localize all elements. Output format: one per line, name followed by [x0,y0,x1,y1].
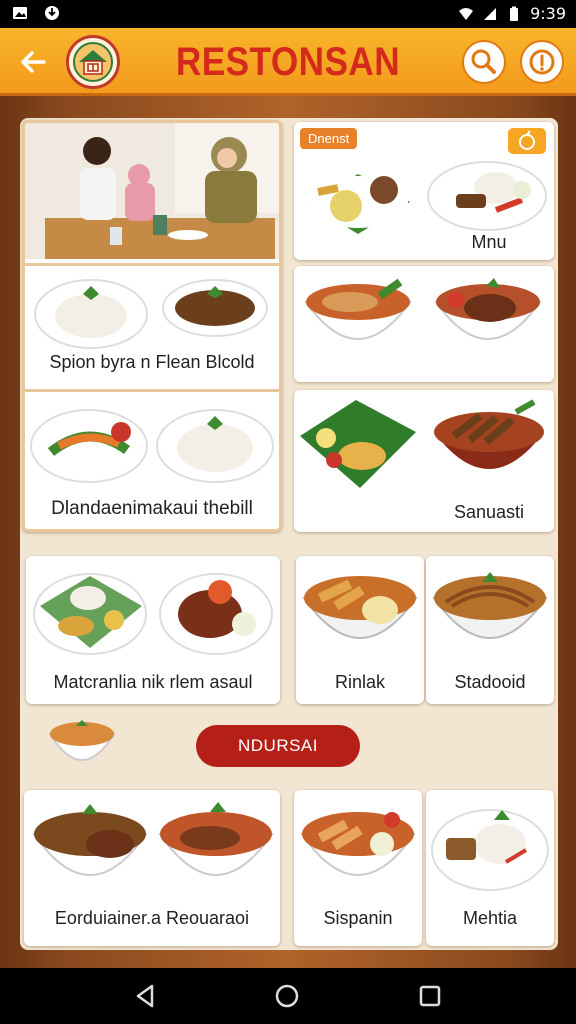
section-pill-button[interactable]: NDURSAI [196,725,360,767]
leaf-icon [519,130,535,150]
noodle-bowl-label: Stadooid [454,672,526,692]
menu-badge: Dnenst [300,128,358,149]
nav-recents-icon[interactable] [416,982,444,1010]
banana-leaf-label: Sanuasti [453,502,525,522]
prawn-bowl-card[interactable]: Sispanin [294,790,422,946]
white-rice-image [156,409,274,483]
menu-label: Mnu [471,232,507,252]
search-icon [471,49,496,74]
soup-bowl-image [158,802,274,876]
search-button[interactable] [462,40,506,84]
nav-home-icon[interactable] [273,982,301,1010]
curry-bowl-image [304,278,412,340]
satay-bowl-image [434,399,544,469]
curry-card[interactable] [294,266,554,382]
row2-label: Dlandaenimakaui thebill [51,498,253,519]
info-button[interactable] [520,40,564,84]
fried-bowl-card[interactable]: Rinlak [296,556,424,704]
rice-meat-image [427,161,547,231]
noodle-meat-label: Eorduiainer.a Reouaraoi [54,908,250,928]
app-title: RESTONSAN [175,40,401,84]
restaurant-feature-card[interactable]: Spion byra n Flean Blcold Dlandaenimakau… [22,120,282,532]
arrow-left-icon[interactable] [16,44,52,80]
stew-bowl-image [162,279,268,337]
noodle-meat-bowl-image [32,804,148,876]
menu-card[interactable]: Dnenst Mnu [294,122,554,260]
rice-set-label: Mehtia [462,908,518,928]
rice-set-plate-image [431,809,549,891]
card-row-1[interactable]: Spion byra n Flean Blcold [25,263,279,387]
image-notification-icon [13,7,27,19]
card-row-2[interactable]: Dlandaenimakaui thebill [25,389,279,529]
noodle-meat-card[interactable]: Eorduiainer.a Reouaraoi [24,790,280,946]
wifi-icon [459,7,474,20]
noodle-bowl-image [432,572,548,639]
banana-leaf-card[interactable]: Sanuasti [294,390,554,532]
app-bar: RESTONSAN [0,28,576,96]
system-nav-bar [0,968,576,1024]
prawn-bowl-image [300,812,416,876]
row1-label: Spion byra n Flean Blcold [49,352,255,372]
nav-back-icon[interactable] [132,982,160,1010]
banana-leaf-image [300,400,416,488]
signal-icon [484,7,497,20]
mixed-plate-image [33,573,147,655]
battery-icon [510,6,519,21]
prawn-bowl-label: Sispanin [323,908,393,928]
beef-plate-image [159,573,273,655]
fried-bowl-label: Rinlak [334,672,386,692]
status-bar: 9:39 [0,0,576,28]
dining-photo [25,123,279,259]
meat-bowl-image [434,278,542,340]
noodle-bowl-card[interactable]: Stadooid [426,556,554,704]
house-logo-icon [66,35,120,89]
info-icon [529,49,555,75]
mixed-plate-label: Matcranlia nik rlem asaul [53,672,253,692]
vegetable-plate-image [30,409,148,483]
favorite-button[interactable] [508,128,546,154]
platter-image [308,174,410,234]
clock-text: 9:39 [530,4,566,23]
small-noodle-bowl-image [48,720,116,761]
rice-set-card[interactable]: Mehtia [426,790,554,946]
rice-plate-image [34,279,148,349]
download-notification-icon [45,6,59,20]
mixed-plate-card[interactable]: Matcranlia nik rlem asaul [26,556,280,704]
fried-bowl-image [302,576,418,639]
